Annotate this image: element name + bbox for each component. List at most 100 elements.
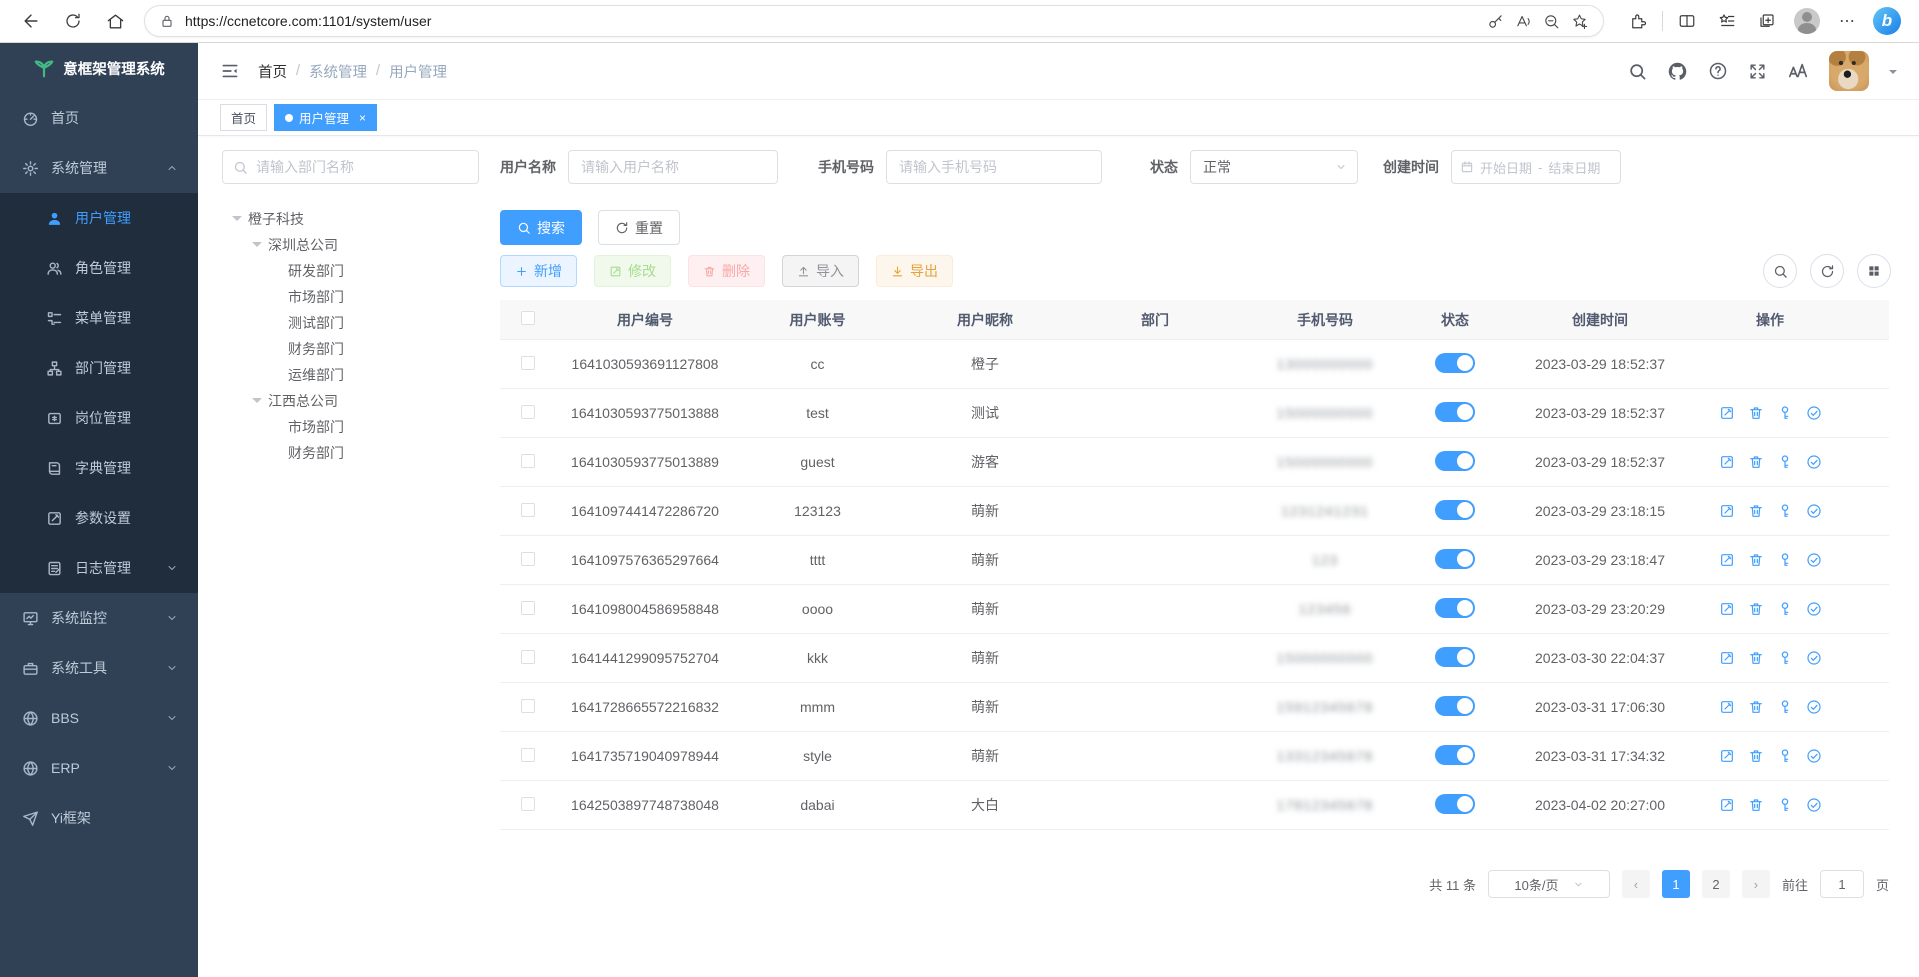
username-input[interactable]	[568, 150, 778, 184]
row-checkbox[interactable]	[521, 552, 535, 566]
collections-icon[interactable]	[1750, 4, 1784, 38]
font-size-icon[interactable]	[1787, 60, 1809, 82]
row-edit-icon[interactable]	[1719, 454, 1735, 470]
favorite-star-icon[interactable]	[1565, 7, 1593, 35]
browser-menu-icon[interactable]	[1830, 4, 1864, 38]
row-edit-icon[interactable]	[1719, 405, 1735, 421]
sidebar-item-erp[interactable]: ERP	[0, 743, 198, 793]
github-icon[interactable]	[1667, 61, 1688, 82]
page-button-1[interactable]: 1	[1662, 870, 1690, 898]
row-reset-password-icon[interactable]	[1777, 503, 1793, 519]
status-toggle[interactable]	[1435, 549, 1475, 569]
row-edit-icon[interactable]	[1719, 748, 1735, 764]
zoom-out-icon[interactable]	[1537, 7, 1565, 35]
phone-input[interactable]	[886, 150, 1102, 184]
row-reset-password-icon[interactable]	[1777, 748, 1793, 764]
sidebar-item-system-management[interactable]: 系统管理	[0, 143, 198, 193]
row-delete-icon[interactable]	[1748, 552, 1764, 568]
sidebar-item-user-management[interactable]: 用户管理	[0, 193, 198, 243]
row-assign-role-icon[interactable]	[1806, 552, 1822, 568]
avatar-caret-icon[interactable]	[1889, 70, 1897, 78]
row-delete-icon[interactable]	[1748, 748, 1764, 764]
row-checkbox[interactable]	[521, 650, 535, 664]
row-reset-password-icon[interactable]	[1777, 552, 1793, 568]
tree-node[interactable]: 市场部门	[222, 284, 500, 310]
show-search-toggle-button[interactable]	[1763, 254, 1797, 288]
tree-node[interactable]: 测试部门	[222, 310, 500, 336]
status-toggle[interactable]	[1435, 500, 1475, 520]
tag-user-management[interactable]: 用户管理 ×	[274, 104, 377, 131]
import-button[interactable]: 导入	[782, 255, 859, 287]
date-range-picker[interactable]: 开始日期 - 结束日期	[1451, 150, 1621, 184]
header-search-icon[interactable]	[1628, 62, 1647, 81]
row-delete-icon[interactable]	[1748, 699, 1764, 715]
prev-page-button[interactable]: ‹	[1622, 870, 1650, 898]
row-checkbox[interactable]	[521, 405, 535, 419]
browser-back-button[interactable]	[14, 4, 48, 38]
status-toggle[interactable]	[1435, 598, 1475, 618]
row-delete-icon[interactable]	[1748, 797, 1764, 813]
department-search-input[interactable]	[256, 159, 468, 175]
delete-button[interactable]: 删除	[688, 255, 765, 287]
search-button[interactable]: 搜索	[500, 210, 582, 245]
sidebar-item-system-tools[interactable]: 系统工具	[0, 643, 198, 693]
column-settings-button[interactable]	[1857, 254, 1891, 288]
row-delete-icon[interactable]	[1748, 454, 1764, 470]
row-checkbox[interactable]	[521, 797, 535, 811]
address-bar[interactable]: https://ccnetcore.com:1101/system/user	[144, 5, 1604, 37]
row-checkbox[interactable]	[521, 454, 535, 468]
row-assign-role-icon[interactable]	[1806, 454, 1822, 470]
row-delete-icon[interactable]	[1748, 601, 1764, 617]
row-delete-icon[interactable]	[1748, 650, 1764, 666]
row-reset-password-icon[interactable]	[1777, 405, 1793, 421]
sidebar-item-log-management[interactable]: 日志管理	[0, 543, 198, 593]
row-delete-icon[interactable]	[1748, 405, 1764, 421]
tree-node[interactable]: 市场部门	[222, 414, 500, 440]
status-toggle[interactable]	[1435, 402, 1475, 422]
url-text[interactable]: https://ccnetcore.com:1101/system/user	[185, 13, 1481, 29]
tag-home[interactable]: 首页	[220, 104, 267, 131]
sidebar-item-yi-framework[interactable]: Yi框架	[0, 793, 198, 843]
tree-node[interactable]: 深圳总公司	[222, 232, 500, 258]
page-size-select[interactable]: 10条/页	[1488, 870, 1610, 898]
row-edit-icon[interactable]	[1719, 601, 1735, 617]
row-edit-icon[interactable]	[1719, 699, 1735, 715]
row-assign-role-icon[interactable]	[1806, 503, 1822, 519]
status-select[interactable]: 正常	[1190, 150, 1358, 184]
row-checkbox[interactable]	[521, 748, 535, 762]
sidebar-item-role-management[interactable]: 角色管理	[0, 243, 198, 293]
tree-node[interactable]: 财务部门	[222, 440, 500, 466]
bing-chat-icon[interactable]: b	[1873, 7, 1901, 35]
help-icon[interactable]	[1708, 61, 1728, 81]
row-reset-password-icon[interactable]	[1777, 650, 1793, 666]
edit-button[interactable]: 修改	[594, 255, 671, 287]
next-page-button[interactable]: ›	[1742, 870, 1770, 898]
department-search-box[interactable]	[222, 150, 479, 184]
status-toggle[interactable]	[1435, 353, 1475, 373]
caret-down-icon[interactable]	[252, 242, 262, 252]
tree-node[interactable]: 财务部门	[222, 336, 500, 362]
sidebar-item-menu-management[interactable]: 菜单管理	[0, 293, 198, 343]
breadcrumb-home[interactable]: 首页	[258, 61, 287, 82]
date-end-placeholder[interactable]: 结束日期	[1548, 158, 1600, 177]
row-reset-password-icon[interactable]	[1777, 454, 1793, 470]
status-toggle[interactable]	[1435, 647, 1475, 667]
sidebar-collapse-icon[interactable]	[220, 61, 240, 81]
sidebar-item-bbs[interactable]: BBS	[0, 693, 198, 743]
export-button[interactable]: 导出	[876, 255, 953, 287]
caret-down-icon[interactable]	[232, 216, 242, 226]
status-toggle[interactable]	[1435, 745, 1475, 765]
caret-down-icon[interactable]	[252, 398, 262, 408]
row-reset-password-icon[interactable]	[1777, 797, 1793, 813]
row-checkbox[interactable]	[521, 699, 535, 713]
row-assign-role-icon[interactable]	[1806, 748, 1822, 764]
row-assign-role-icon[interactable]	[1806, 405, 1822, 421]
select-all-checkbox[interactable]	[521, 311, 535, 325]
split-screen-icon[interactable]	[1670, 4, 1704, 38]
row-reset-password-icon[interactable]	[1777, 699, 1793, 715]
row-checkbox[interactable]	[521, 503, 535, 517]
sidebar-item-dept-management[interactable]: 部门管理	[0, 343, 198, 393]
row-edit-icon[interactable]	[1719, 797, 1735, 813]
tree-node[interactable]: 江西总公司	[222, 388, 500, 414]
extensions-icon[interactable]	[1621, 4, 1655, 38]
